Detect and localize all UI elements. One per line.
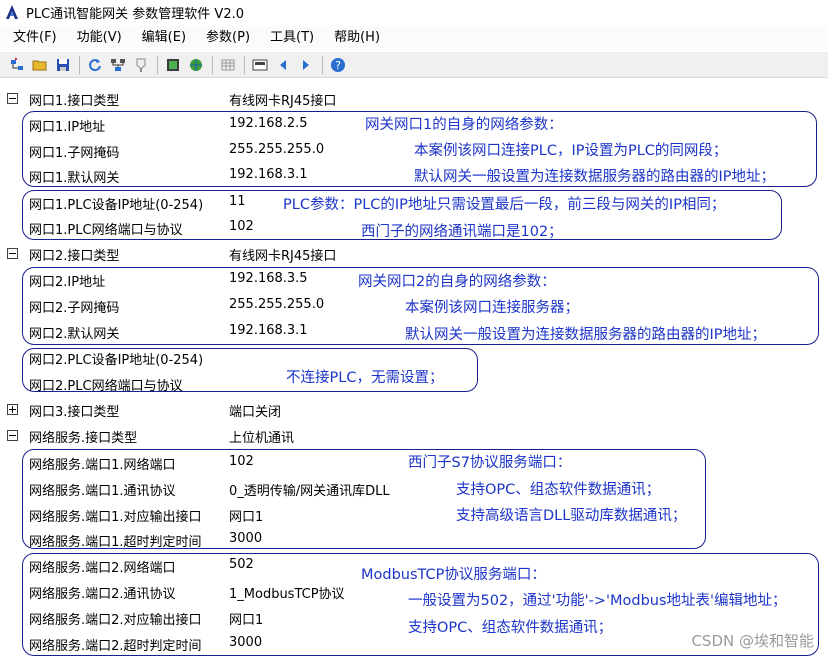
annotation-note: 西门子的网络通讯端口是102； (361, 224, 563, 240)
property-name: 网络服务.接口类型 (29, 431, 138, 446)
property-value[interactable]: 有线网卡RJ45接口 (229, 90, 336, 109)
connect-icon[interactable] (6, 55, 27, 75)
title-bar: PLC通讯智能网关 参数管理软件 V2.0 (0, 0, 828, 24)
menu-bar: 文件(F) 功能(V) 编辑(E) 参数(P) 工具(T) 帮助(H) (0, 26, 828, 50)
tree-row-port3-type[interactable]: 网口3.接口类型 端口关闭 (0, 397, 828, 423)
download-icon[interactable] (162, 55, 183, 75)
toolbar-separator (157, 55, 158, 74)
next-arrow-icon[interactable] (295, 55, 316, 75)
property-value[interactable]: 上位机通讯 (229, 427, 294, 446)
property-value[interactable]: 有线网卡RJ45接口 (229, 245, 336, 264)
annotation-note: 网关网口1的自身的网络参数： (365, 117, 563, 133)
menu-parameter[interactable]: 参数(P) (196, 27, 260, 49)
upload-globe-icon[interactable] (185, 55, 206, 75)
property-value[interactable]: 端口关闭 (229, 401, 281, 420)
menu-function[interactable]: 功能(V) (67, 27, 132, 49)
toolbar: ? (0, 52, 828, 78)
help-icon[interactable]: ? (327, 55, 348, 75)
property-name: 网口1.接口类型 (29, 94, 120, 109)
annotation-note: 支持高级语言DLL驱动库数据通讯； (456, 508, 687, 524)
menu-file[interactable]: 文件(F) (3, 27, 67, 49)
open-folder-icon[interactable] (29, 55, 50, 75)
id-card-icon[interactable] (249, 55, 270, 75)
annotation-note: 一般设置为502，通过'功能'->'Modbus地址表'编辑地址； (408, 593, 787, 609)
annotation-note: PLC参数：PLC的IP地址只需设置最后一段，前三段与网关的IP相同； (283, 197, 726, 213)
annotation-box-service-port1 (22, 449, 706, 549)
menu-edit[interactable]: 编辑(E) (132, 27, 196, 49)
annotation-note: 支持OPC、组态软件数据通讯； (456, 482, 661, 498)
property-name: 网口2.接口类型 (29, 249, 120, 264)
refresh-icon[interactable] (84, 55, 105, 75)
menu-tools[interactable]: 工具(T) (260, 27, 324, 49)
annotation-note: ModbusTCP协议服务端口： (361, 567, 546, 583)
plug-icon[interactable] (130, 55, 151, 75)
toolbar-separator (244, 55, 245, 74)
annotation-note: 网关网口2的自身的网络参数： (358, 274, 556, 290)
menu-help[interactable]: 帮助(H) (324, 27, 390, 49)
annotation-note: 默认网关一般设置为连接数据服务器的路由器的IP地址； (414, 169, 776, 185)
table-icon[interactable] (217, 55, 238, 75)
save-icon[interactable] (52, 55, 73, 75)
toolbar-separator (212, 55, 213, 74)
watermark: CSDN @埃和智能 (691, 632, 814, 650)
annotation-note: 西门子S7协议服务端口： (408, 455, 572, 471)
collapse-toggle[interactable] (7, 248, 18, 259)
prev-arrow-icon[interactable] (272, 55, 293, 75)
collapse-toggle[interactable] (7, 93, 18, 104)
tree-row-service-type[interactable]: 网络服务.接口类型 上位机通讯 (0, 423, 828, 449)
tree-row-port1-type[interactable]: 网口1.接口类型 有线网卡RJ45接口 (0, 86, 828, 112)
tree-row-port2-type[interactable]: 网口2.接口类型 有线网卡RJ45接口 (0, 241, 828, 267)
app-logo-icon (6, 5, 18, 19)
toolbar-separator (79, 55, 80, 74)
collapse-toggle[interactable] (7, 430, 18, 441)
toolbar-separator (322, 55, 323, 74)
annotation-note: 默认网关一般设置为连接数据服务器的路由器的IP地址； (405, 327, 767, 343)
property-name: 网口3.接口类型 (29, 405, 120, 420)
window-title: PLC通讯智能网关 参数管理软件 V2.0 (26, 6, 244, 22)
annotation-note: 本案例该网口连接服务器； (405, 300, 579, 316)
annotation-note: 支持OPC、组态软件数据通讯； (408, 620, 613, 636)
annotation-note: 不连接PLC，无需设置； (286, 370, 444, 386)
annotation-note: 本案例该网口连接PLC，IP设置为PLC的同网段； (414, 143, 728, 159)
expand-toggle[interactable] (7, 404, 18, 415)
network-icon[interactable] (107, 55, 128, 75)
svg-text:?: ? (335, 59, 341, 72)
